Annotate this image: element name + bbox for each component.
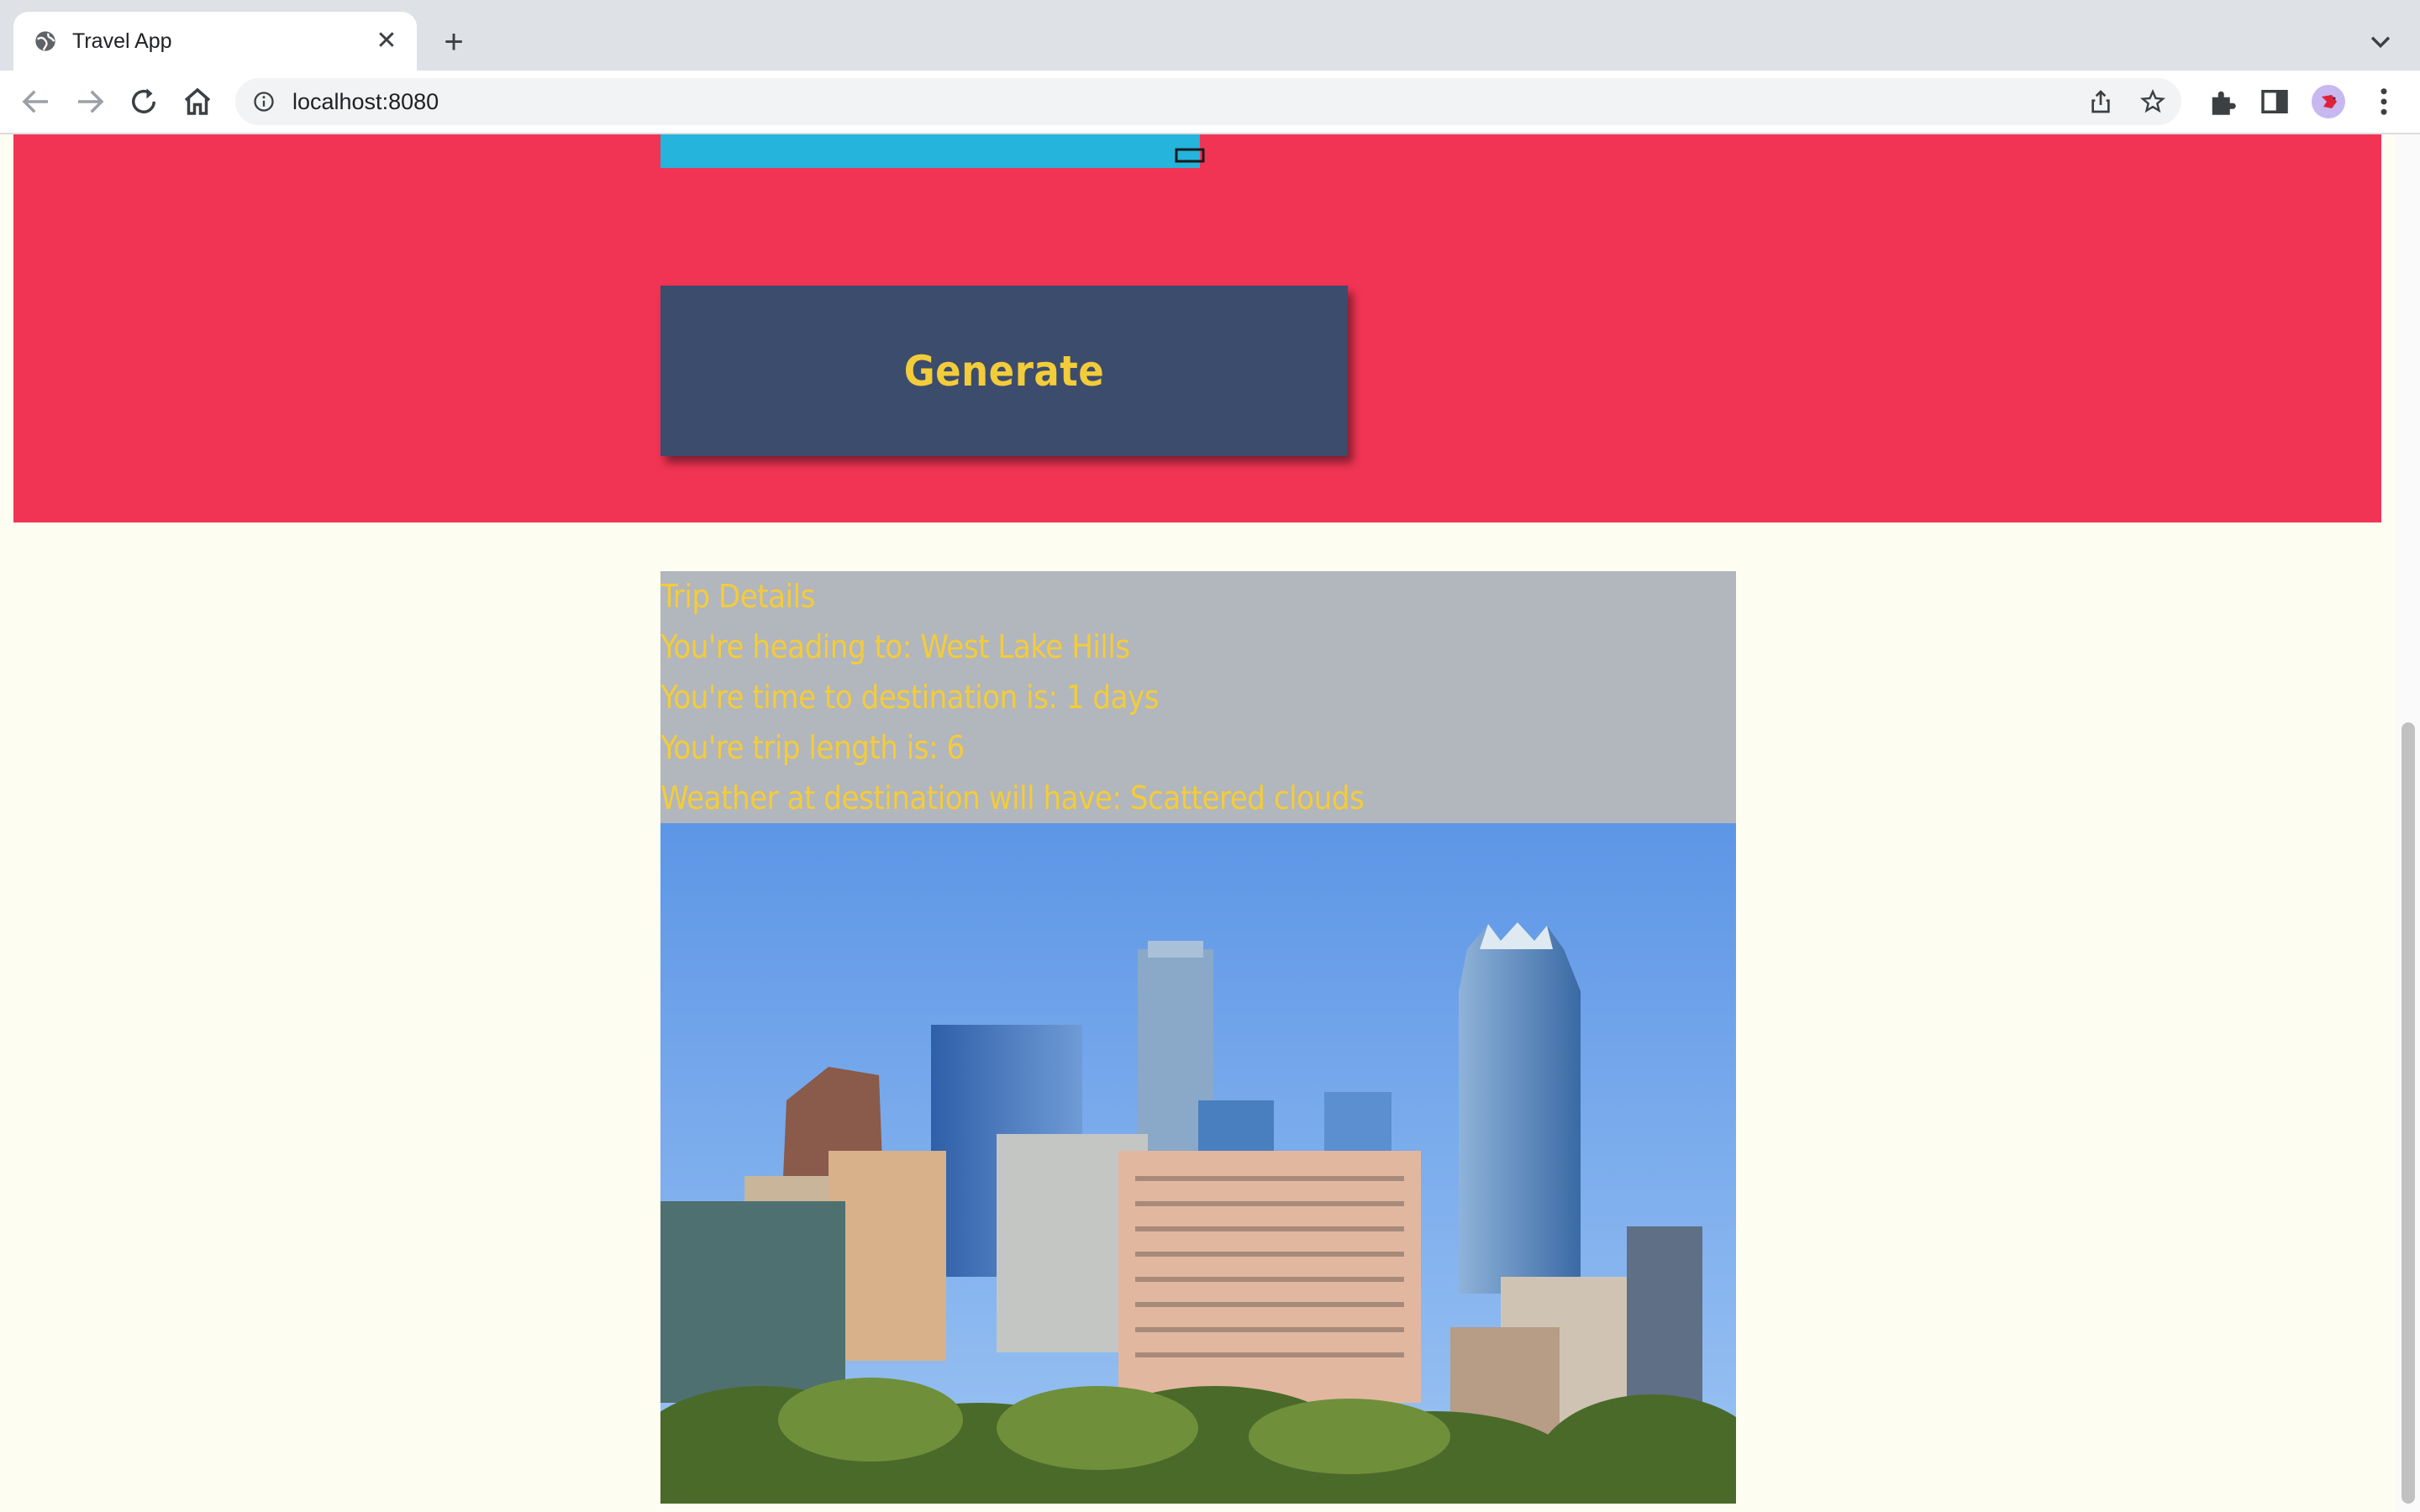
generate-button[interactable]: Generate — [660, 286, 1348, 456]
reload-icon[interactable] — [126, 84, 161, 119]
chevron-down-icon[interactable] — [2366, 27, 2395, 55]
kebab-menu-icon[interactable] — [2366, 84, 2402, 119]
back-icon[interactable] — [18, 84, 54, 119]
page-viewport: Generate Trip Details You're heading to:… — [0, 134, 2420, 1512]
destination-text: You're heading to: West Lake Hills — [660, 628, 1130, 665]
plus-icon[interactable]: + — [437, 25, 471, 59]
tab-strip: Travel App ✕ + — [0, 0, 2420, 71]
forward-icon[interactable] — [72, 84, 108, 119]
calendar-icon[interactable] — [1173, 134, 1207, 165]
city-skyline-illustration — [660, 823, 1736, 1504]
star-icon[interactable] — [2139, 88, 2166, 115]
time-to-destination-text: You're time to destination is: 1 days — [660, 679, 1160, 716]
tab-title: Travel App — [72, 29, 172, 53]
generate-label: Generate — [903, 346, 1105, 396]
side-panel-icon[interactable] — [2257, 84, 2292, 119]
destination-photo — [660, 823, 1736, 1504]
date-input[interactable] — [660, 134, 1200, 168]
weather-text: Weather at destination will have: Scatte… — [660, 780, 1365, 816]
url-text: localhost:8080 — [292, 89, 439, 114]
address-bar[interactable]: localhost:8080 — [235, 78, 2181, 125]
profile-bird-icon — [2322, 95, 2337, 108]
tab-travel-app[interactable]: Travel App ✕ — [13, 12, 417, 71]
share-icon[interactable] — [2087, 88, 2114, 115]
info-icon[interactable] — [252, 90, 276, 113]
trip-form-section: Generate — [13, 134, 2381, 522]
browser-toolbar: localhost:8080 — [0, 71, 2420, 134]
trip-details-title: Trip Details — [660, 578, 815, 615]
page-scrollbar[interactable] — [2395, 134, 2420, 1512]
extensions-icon[interactable] — [2205, 84, 2240, 119]
trip-length-text: You're trip length is: 6 — [660, 729, 965, 766]
trip-details-panel: Trip Details You're heading to: West Lak… — [660, 571, 1736, 823]
scrollbar-thumb[interactable] — [2402, 722, 2415, 1504]
globe-icon — [35, 31, 55, 51]
home-icon[interactable] — [180, 84, 215, 119]
close-icon[interactable]: ✕ — [371, 26, 402, 56]
avatar[interactable] — [2312, 85, 2345, 118]
